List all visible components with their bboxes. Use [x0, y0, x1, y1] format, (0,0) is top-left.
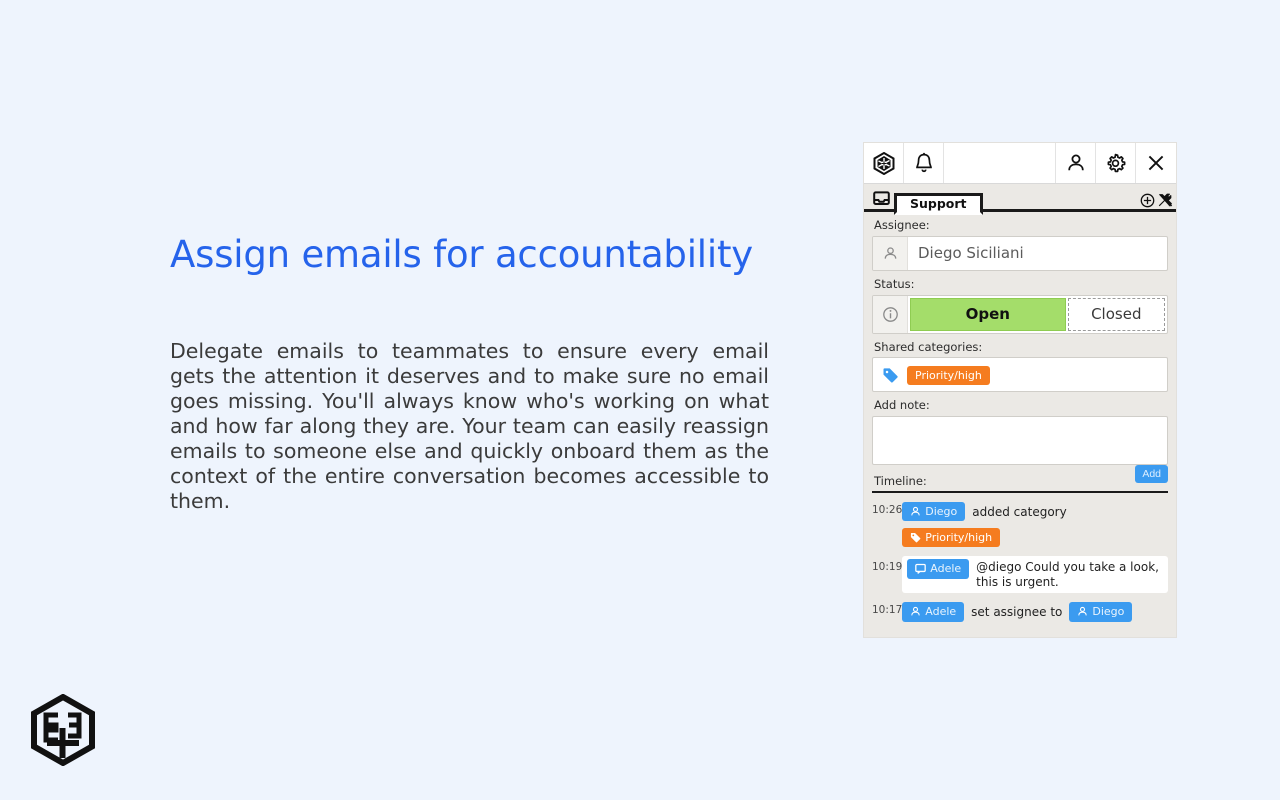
- plus-circle-icon[interactable]: [1140, 193, 1155, 208]
- app-toolbar: [864, 143, 1176, 184]
- account-person-icon[interactable]: [1056, 143, 1096, 183]
- status-option-open-label: Open: [965, 305, 1010, 324]
- status-options: Open Closed: [908, 296, 1167, 333]
- timeline-entry: 10:19 Adele @diego Could you take a look…: [872, 556, 1168, 594]
- timeline-action-text: set assignee to: [971, 605, 1063, 620]
- timeline-message-text: @diego Could you take a look, this is ur…: [976, 560, 1159, 590]
- timeline-category-chip[interactable]: Priority/high: [902, 528, 1001, 548]
- person-icon: [911, 506, 921, 516]
- timeline-actor-chip[interactable]: Adele: [907, 559, 970, 579]
- timeline-actor-label: Diego: [925, 504, 958, 518]
- category-chip-label: Priority/high: [915, 369, 982, 383]
- assignee-value: Diego Siciliani: [918, 244, 1024, 263]
- timeline-entry-time: 10:19: [872, 561, 903, 574]
- person-icon: [873, 236, 908, 270]
- tab-support[interactable]: Support: [894, 193, 983, 215]
- timeline-target-chip[interactable]: Diego: [1069, 602, 1133, 622]
- category-chip[interactable]: Priority/high: [907, 364, 990, 386]
- person-icon: [1078, 607, 1088, 616]
- timeline-target-label: Diego: [1092, 605, 1125, 619]
- shared-categories-label: Shared categories:: [874, 339, 983, 354]
- add-note-actions: Add: [872, 461, 1168, 484]
- panel-body: Assignee: Diego Siciliani Status: Open C…: [864, 212, 1176, 625]
- settings-gear-icon[interactable]: [1096, 143, 1136, 183]
- add-note-button[interactable]: Add: [1135, 465, 1168, 484]
- status-option-open[interactable]: Open: [910, 297, 1066, 331]
- assignee-label: Assignee:: [874, 218, 930, 232]
- tab-strip: Support: [864, 184, 1176, 215]
- timeline-category-label: Priority/high: [925, 531, 993, 545]
- timeline-entry-body: Adele set assignee to Diego: [902, 599, 1168, 624]
- tag-icon: [911, 533, 921, 543]
- timeline-entry-time: 10:26: [872, 503, 903, 516]
- inbox-tray-icon[interactable]: [868, 187, 894, 209]
- marketing-body-text: Delegate emails to teammates to ensure e…: [170, 339, 769, 513]
- info-circle-icon: [873, 295, 908, 333]
- status-field: Open Closed: [872, 294, 1168, 334]
- app-logo-icon[interactable]: [864, 143, 904, 183]
- category-chip-priority-high: Priority/high: [907, 366, 990, 386]
- toolbar-spacer: [944, 143, 1056, 183]
- hexagon-brand-logo: [28, 693, 98, 767]
- tab-support-label: Support: [910, 195, 967, 211]
- tools-hammer-wrench-icon[interactable]: [1158, 193, 1173, 208]
- timeline-entry: 10:17 Adele set assignee to Diego: [872, 599, 1168, 624]
- timeline-entry: 10:26 Diego added category Priority/high: [872, 499, 1168, 550]
- timeline-actor-label: Adele: [930, 562, 962, 576]
- tag-icon: [873, 367, 907, 383]
- timeline-actor-label: Adele: [925, 605, 957, 619]
- person-icon: [911, 607, 921, 616]
- timeline-actor-chip[interactable]: Diego: [902, 501, 966, 522]
- add-note-label: Add note:: [874, 398, 930, 413]
- comment-icon: [915, 564, 927, 575]
- status-option-closed-label: Closed: [1091, 305, 1142, 324]
- add-note-input[interactable]: [872, 416, 1168, 466]
- shared-categories-field[interactable]: Priority/high: [872, 357, 1168, 393]
- tab-strip-actions: [1140, 193, 1176, 208]
- status-option-closed[interactable]: Closed: [1067, 297, 1165, 331]
- assignee-field[interactable]: Diego Siciliani: [872, 235, 1168, 271]
- timeline-divider: [872, 490, 1168, 493]
- notifications-bell-icon[interactable]: [904, 143, 944, 183]
- marketing-content: Assign emails for accountability Delegat…: [170, 232, 770, 513]
- timeline-entry-body: Diego added category Priority/high: [902, 499, 1168, 550]
- status-label: Status:: [874, 276, 915, 291]
- close-x-icon[interactable]: [1136, 143, 1176, 183]
- email-client-panel: Support Assignee: Diego Siciliani Status…: [864, 143, 1176, 637]
- timeline-entry-body: Adele @diego Could you take a look, this…: [902, 556, 1168, 594]
- timeline-action-text: added category: [972, 505, 1067, 520]
- timeline-entry-time: 10:17: [872, 604, 903, 617]
- timeline-actor-chip[interactable]: Adele: [902, 602, 965, 622]
- page-title: Assign emails for accountability: [170, 233, 753, 276]
